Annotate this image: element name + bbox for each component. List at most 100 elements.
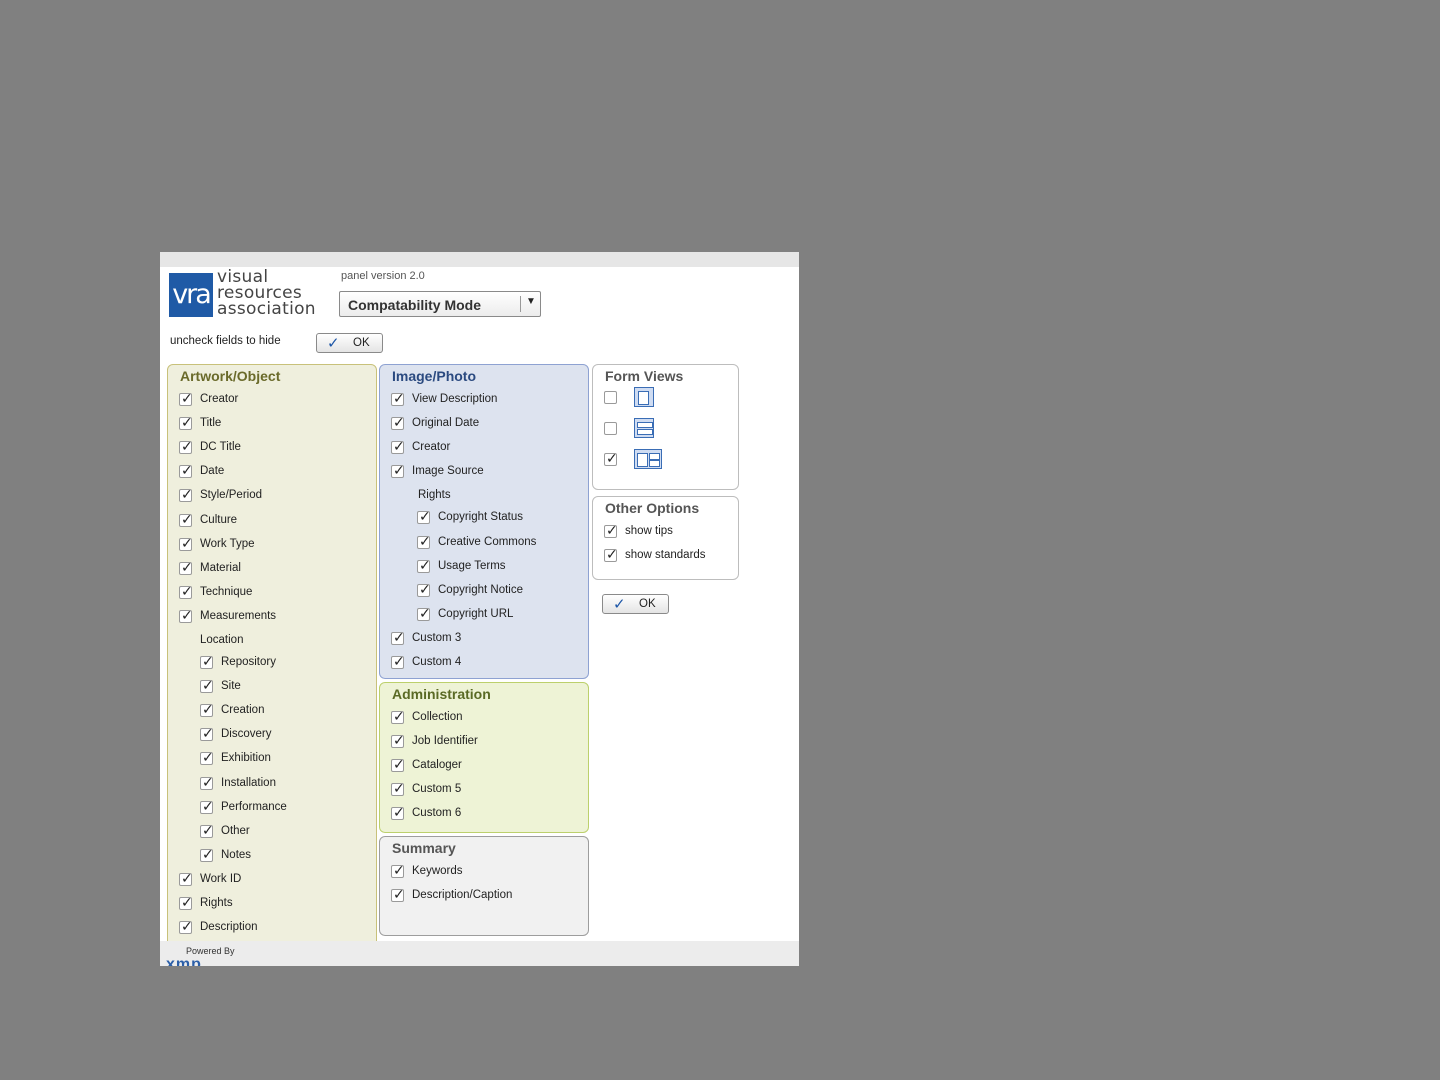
checkbox-label: Repository xyxy=(221,656,276,668)
logo-line-3: association xyxy=(217,299,316,319)
checkbox[interactable] xyxy=(391,732,405,749)
checkbox-label: Usage Terms xyxy=(438,559,506,572)
checkbox-label: Custom 3 xyxy=(412,631,462,644)
checkbox-label: Work Type xyxy=(200,537,255,550)
checkbox[interactable] xyxy=(179,511,193,528)
vra-logo-text: visual resources association xyxy=(217,269,337,319)
summary-title: Summary xyxy=(392,840,456,856)
checkbox[interactable] xyxy=(391,438,405,455)
checkbox-label: show tips xyxy=(625,525,673,537)
checkbox[interactable] xyxy=(391,780,405,797)
checkbox[interactable] xyxy=(179,870,193,887)
checkbox-label: Discovery xyxy=(221,728,272,741)
checkbox[interactable] xyxy=(391,390,405,407)
mode-select[interactable]: Compatability Mode ▼ xyxy=(339,291,541,317)
checkbox[interactable] xyxy=(391,756,405,773)
form-view-option[interactable] xyxy=(604,449,664,474)
checkbox-label: Installation xyxy=(221,776,276,789)
mode-select-divider xyxy=(520,296,521,312)
checkbox[interactable] xyxy=(417,557,431,574)
checkbox[interactable] xyxy=(179,414,193,431)
checkbox-label: Creator xyxy=(200,393,239,405)
checkbox[interactable] xyxy=(200,677,214,694)
checkbox[interactable] xyxy=(417,581,431,598)
checkbox[interactable] xyxy=(391,862,405,879)
checkbox[interactable] xyxy=(604,391,617,404)
checkbox-label: Creator xyxy=(412,441,451,454)
checkbox[interactable] xyxy=(200,725,214,742)
ok-button-top[interactable]: ✓ OK xyxy=(316,333,383,353)
checkbox[interactable] xyxy=(179,583,193,600)
checkbox[interactable] xyxy=(200,653,214,670)
checkbox-label: Custom 4 xyxy=(412,656,462,668)
checkbox[interactable] xyxy=(391,708,405,725)
checkbox[interactable] xyxy=(200,749,214,766)
checkbox-label: Custom 5 xyxy=(412,783,462,796)
checkbox-label: Performance xyxy=(221,800,287,813)
chevron-down-icon[interactable]: ▼ xyxy=(526,296,536,307)
checkbox[interactable] xyxy=(391,462,405,479)
checkbox-label: Custom 6 xyxy=(412,807,462,820)
checkbox[interactable] xyxy=(179,559,193,576)
checkbox[interactable] xyxy=(604,546,618,563)
checkbox[interactable] xyxy=(200,701,214,718)
administration-group: Administration Collection Job Identifier C… xyxy=(379,682,589,833)
checkbox[interactable] xyxy=(179,462,193,479)
checkbox-label: Cataloger xyxy=(412,759,462,772)
checkbox[interactable] xyxy=(604,450,618,467)
checkbox-label: DC Title xyxy=(200,441,241,454)
checkbox[interactable] xyxy=(417,605,431,622)
ok-button-options[interactable]: ✓ OK xyxy=(602,594,669,614)
checkbox[interactable] xyxy=(391,804,405,821)
checkmark-icon: ✓ xyxy=(327,335,340,352)
checkbox[interactable] xyxy=(179,535,193,552)
checkbox[interactable] xyxy=(391,653,405,670)
form-views-title: Form Views xyxy=(605,368,684,384)
checkbox-label: Style/Period xyxy=(200,489,263,502)
checkbox-label: Rights xyxy=(200,897,233,909)
checkbox[interactable] xyxy=(417,508,431,525)
checkbox-label: Copyright URL xyxy=(438,607,514,620)
checkbox[interactable] xyxy=(200,798,214,815)
checkbox[interactable] xyxy=(179,438,193,455)
checkbox[interactable] xyxy=(179,486,193,503)
xmp-logo: xmp xyxy=(166,956,202,966)
panel-version: panel version 2.0 xyxy=(341,270,425,282)
checkbox-label: Notes xyxy=(221,848,252,861)
checkbox-label: Measurements xyxy=(200,609,277,622)
artwork-object-title: Artwork/Object xyxy=(180,368,281,384)
form-views-group: Form Views xyxy=(592,364,739,490)
form-view-option[interactable] xyxy=(604,418,664,443)
checkbox[interactable] xyxy=(391,629,405,646)
checkbox[interactable] xyxy=(417,533,431,550)
checkbox-label: Collection xyxy=(412,711,463,723)
form-view-option[interactable] xyxy=(604,387,664,412)
two-column-view-icon[interactable] xyxy=(634,449,662,469)
checkbox[interactable] xyxy=(179,894,193,911)
checkbox[interactable] xyxy=(200,774,214,791)
checkbox[interactable] xyxy=(200,846,214,863)
footer: Powered By xmp xyxy=(160,941,799,966)
stacked-view-icon[interactable] xyxy=(634,418,654,438)
checkbox-label: Description xyxy=(200,921,258,934)
checkbox[interactable] xyxy=(391,414,405,431)
checkbox[interactable] xyxy=(179,607,193,624)
rights-subheading: Rights xyxy=(418,489,451,502)
checkbox[interactable] xyxy=(391,886,405,903)
checkbox[interactable] xyxy=(200,822,214,839)
hide-fields-hint: uncheck fields to hide xyxy=(170,335,281,347)
checkbox-label: Description/Caption xyxy=(412,889,513,902)
checkbox[interactable] xyxy=(179,390,193,407)
single-column-view-icon[interactable] xyxy=(634,387,654,407)
vra-logo: vra visual resources association xyxy=(169,269,329,319)
checkbox[interactable] xyxy=(179,918,193,935)
vra-logo-mark: vra xyxy=(169,273,213,317)
summary-group: Summary Keywords Description/Caption xyxy=(379,836,589,936)
checkbox[interactable] xyxy=(604,422,617,435)
other-options-group: Other Options show tips show standards xyxy=(592,496,739,580)
checkbox[interactable] xyxy=(604,522,618,539)
checkbox-label: Copyright Notice xyxy=(438,583,524,596)
checkbox-label: show standards xyxy=(625,549,706,562)
checkbox-label: Title xyxy=(200,417,222,430)
location-subheading: Location xyxy=(200,634,244,646)
